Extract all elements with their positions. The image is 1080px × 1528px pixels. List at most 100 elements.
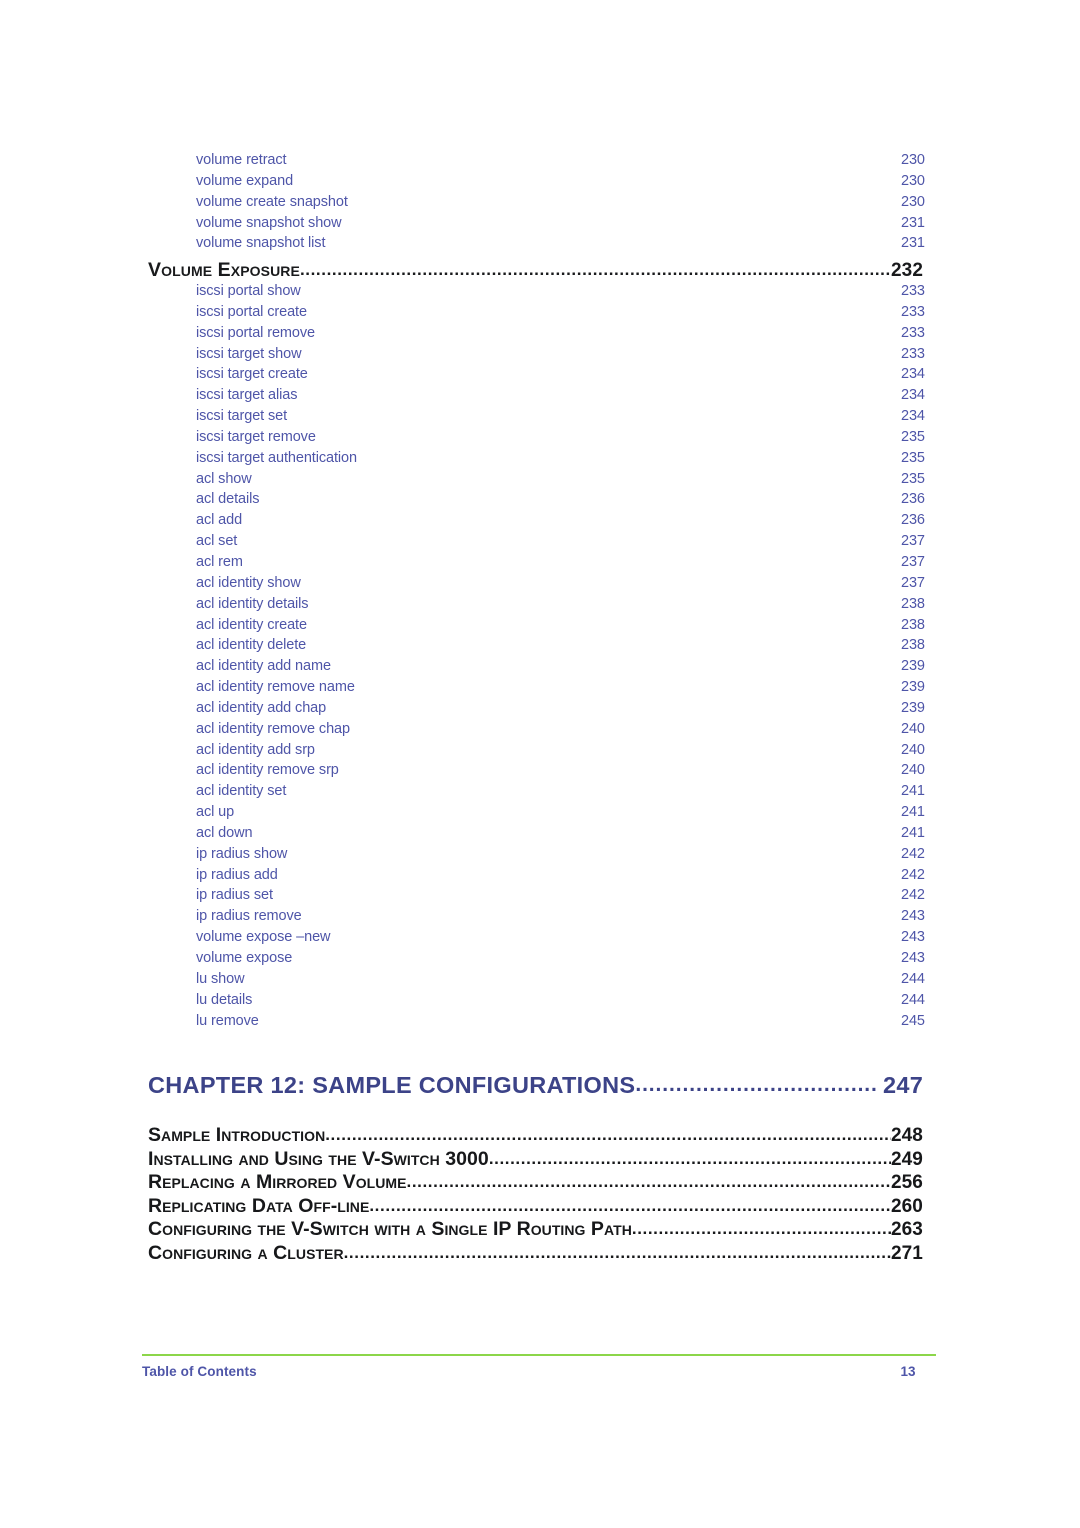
toc-section-label: Replicating Data Off-line [148,1194,370,1217]
toc-entry[interactable]: ip radius show 242 [196,846,935,867]
toc-entry[interactable]: acl identity set 241 [196,783,935,804]
toc-entry[interactable]: volume expose –new 243 [196,929,935,950]
toc-entry[interactable]: lu remove 245 [196,1013,935,1034]
toc-entry-page: 240 [901,762,925,779]
toc-section-page: 260 [891,1195,923,1217]
toc-entry[interactable]: lu show 244 [196,971,935,992]
toc-entry-page: 241 [901,824,925,841]
toc-entry[interactable]: volume snapshot list 231 [196,235,935,256]
toc-entry-page: 235 [901,428,925,445]
toc-section-row[interactable]: Replicating Data Off-line...............… [148,1195,935,1219]
toc-section-row[interactable]: Sample Introduction.....................… [148,1124,935,1148]
toc-heading-volume-exposure[interactable]: Volume Exposure ........................… [148,259,935,282]
toc-section-label: Configuring a Cluster [148,1241,344,1264]
toc-entry-page: 237 [901,574,925,591]
toc-entry-label: acl identity remove name [196,679,355,696]
toc-entry[interactable]: acl identity delete 238 [196,637,935,658]
toc-section-row[interactable]: Installing and Using the V-Switch 3000..… [148,1148,935,1172]
toc-entry[interactable]: ip radius set 242 [196,887,935,908]
toc-entry-group-exposure: iscsi portal show 233 iscsi portal create 2… [196,283,935,1033]
toc-entry-label: acl identity add chap [196,699,327,716]
toc-entry[interactable]: volume retract 230 [196,152,935,173]
toc-entry[interactable]: volume expose 243 [196,950,935,971]
toc-entry[interactable]: ip radius remove 243 [196,908,935,929]
toc-entry[interactable]: acl add 236 [196,512,935,533]
toc-entry-label: lu remove [196,1012,259,1029]
toc-entry-label: acl identity remove srp [196,762,339,779]
toc-entry[interactable]: iscsi target create 234 [196,366,935,387]
toc-entry-label: ip radius remove [196,908,302,925]
dot-leader: ........................................… [635,1073,877,1096]
toc-entry[interactable]: acl identity details 238 [196,596,935,617]
toc-entry[interactable]: iscsi target remove 235 [196,429,935,450]
toc-entry[interactable]: acl identity remove name 239 [196,679,935,700]
toc-entry-page: 236 [901,512,925,529]
toc-entry[interactable]: acl down 241 [196,825,935,846]
toc-entry-page: 244 [901,970,925,987]
toc-entry[interactable]: acl identity add srp 240 [196,742,935,763]
toc-entry[interactable]: acl identity remove srp 240 [196,762,935,783]
toc-entry-group-volume: volume retract 230 volume expand 230 volume … [196,152,935,256]
toc-entry[interactable]: acl set 237 [196,533,935,554]
toc-section-row[interactable]: Replacing a Mirrored Volume.............… [148,1171,935,1195]
toc-entry-label: acl identity create [196,616,307,633]
toc-entry-label: lu details [196,991,253,1008]
toc-entry[interactable]: volume expand 230 [196,173,935,194]
toc-entry-page: 235 [901,470,925,487]
toc-entry[interactable]: iscsi target show 233 [196,346,935,367]
toc-entry[interactable]: acl show 235 [196,471,935,492]
toc-section-row[interactable]: Configuring the V-Switch with a Single I… [148,1218,935,1242]
toc-entry[interactable]: iscsi portal create 233 [196,304,935,325]
toc-entry[interactable]: acl identity show 237 [196,575,935,596]
toc-entry-page: 230 [901,193,925,210]
toc-entry-page: 243 [901,929,925,946]
dot-leader: ........................................… [631,1219,891,1239]
toc-entry-page: 230 [901,172,925,189]
dot-leader: ........................................… [406,1172,892,1192]
toc-entry[interactable]: acl rem 237 [196,554,935,575]
toc-entry[interactable]: iscsi portal show 233 [196,283,935,304]
toc-entry-page: 233 [901,283,925,299]
toc-entry[interactable]: acl up 241 [196,804,935,825]
toc-entry[interactable]: volume snapshot show 231 [196,215,935,236]
toc-heading-page: 232 [891,260,924,281]
toc-entry[interactable]: iscsi portal remove 233 [196,325,935,346]
chapter-page: 247 [883,1072,924,1098]
toc-entry-label: volume retract [196,152,287,168]
toc-entry-page: 231 [901,214,925,231]
toc-entry-label: acl up [196,804,235,821]
toc-section-page: 249 [891,1148,923,1170]
dot-leader: ........................................… [369,1195,891,1215]
toc-entry[interactable]: lu details 244 [196,992,935,1013]
toc-entry-label: iscsi target alias [196,387,298,404]
toc-section-row[interactable]: Configuring a Cluster...................… [148,1242,935,1266]
chapter-title: CHAPTER 12: SAMPLE CONFIGURATIONS [148,1072,636,1098]
toc-entry[interactable]: iscsi target authentication 235 [196,450,935,471]
toc-entry-page: 240 [901,741,925,758]
toc-entry[interactable]: acl identity add name 239 [196,658,935,679]
toc-entry-label: lu show [196,970,245,987]
toc-entry-page: 236 [901,491,925,508]
toc-entry[interactable]: acl identity remove chap 240 [196,721,935,742]
toc-entry-page: 242 [901,887,925,904]
footer-page-number: 13 [900,1364,916,1379]
toc-entry-label: acl identity add name [196,658,331,675]
toc-entry-label: acl identity delete [196,637,307,654]
toc-entry[interactable]: acl identity add chap 239 [196,700,935,721]
toc-entry-page: 237 [901,553,925,570]
toc-entry[interactable]: acl identity create 238 [196,617,935,638]
toc-entry-label: acl details [196,491,260,508]
toc-entry[interactable]: volume create snapshot 230 [196,194,935,215]
toc-page: volume retract 230 volume expand 230 volume … [0,0,1080,1528]
toc-entry[interactable]: ip radius add 242 [196,867,935,888]
toc-entry-label: iscsi portal remove [196,324,315,341]
toc-entry[interactable]: acl details 236 [196,491,935,512]
toc-entry[interactable]: iscsi target set 234 [196,408,935,429]
toc-chapter-heading-12[interactable]: CHAPTER 12: SAMPLE CONFIGURATIONS ......… [148,1072,935,1099]
toc-entry[interactable]: iscsi target alias 234 [196,387,935,408]
toc-section-page: 263 [891,1219,923,1241]
toc-entry-label: iscsi target create [196,366,308,383]
toc-entry-page: 237 [901,533,925,550]
toc-entry-page: 234 [901,366,925,383]
toc-entry-label: iscsi target set [196,408,288,425]
